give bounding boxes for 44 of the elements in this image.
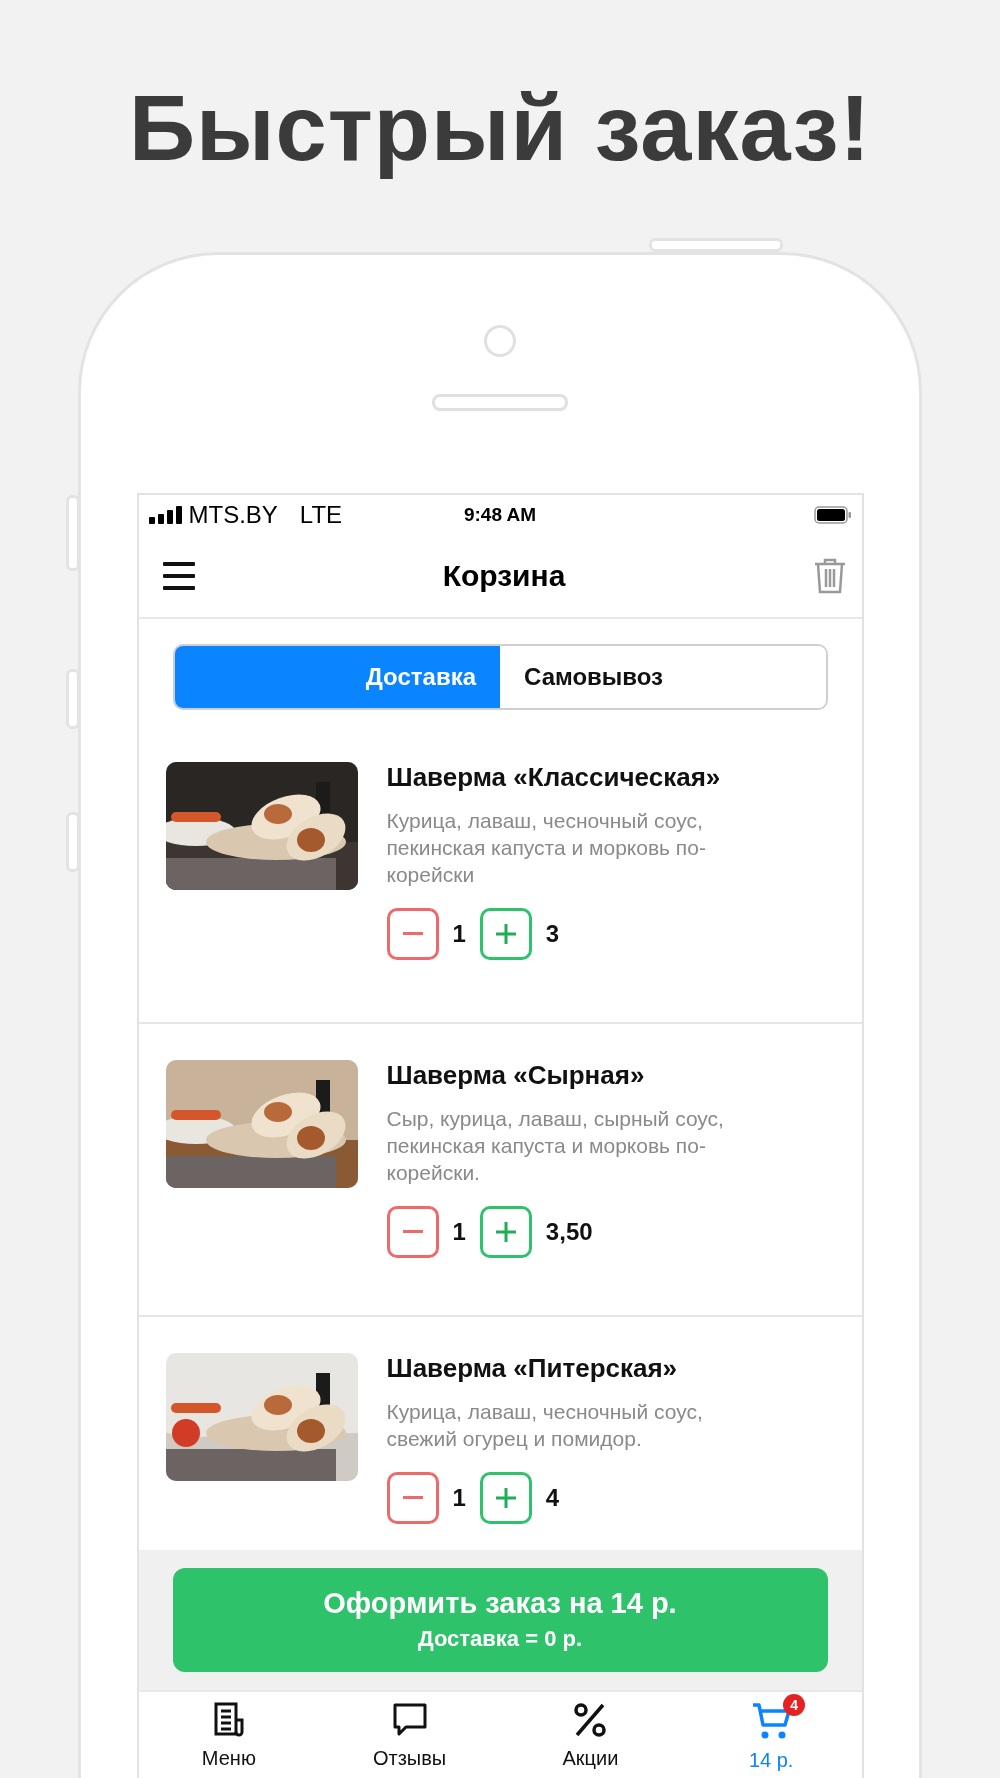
minus-icon — [402, 932, 423, 936]
decrease-button[interactable] — [386, 907, 439, 960]
tab-label: Меню — [201, 1746, 256, 1770]
product-description: Курица, лаваш, чесночный соус, свежий огурец и помидор. — [386, 1398, 704, 1452]
page-headline: Быстрый заказ! — [128, 76, 872, 181]
quantity-value: 1 — [452, 1217, 466, 1246]
signal-icon — [148, 505, 183, 524]
increase-button[interactable] — [479, 907, 532, 960]
network-type: LTE — [299, 500, 343, 529]
minus-icon — [402, 1496, 423, 1500]
product-price: 3 — [545, 919, 560, 948]
plus-icon — [495, 1221, 516, 1242]
tab-label: 14 р. — [748, 1748, 794, 1772]
document-icon — [212, 1701, 245, 1738]
screen-title: Корзина — [442, 558, 566, 593]
decrease-button[interactable] — [386, 1205, 439, 1258]
product-name: Шаверма «Классическая» — [386, 761, 722, 793]
menu-icon[interactable] — [162, 560, 195, 591]
count-badge: 4 — [783, 1693, 806, 1716]
quantity-value: 1 — [452, 1483, 466, 1512]
plus-icon — [495, 923, 516, 944]
phone-camera — [484, 324, 516, 357]
segment-tab[interactable]: Доставка — [174, 645, 500, 708]
quantity-value: 1 — [452, 919, 466, 948]
increase-button[interactable] — [479, 1205, 532, 1258]
minus-icon — [402, 1230, 423, 1234]
percent-icon — [573, 1701, 608, 1738]
carrier-name: MTS.BY — [188, 500, 278, 529]
product-name: Шаверма «Сырная» — [386, 1059, 646, 1091]
product-price: 3,50 — [545, 1217, 593, 1246]
chat-bubble-icon — [391, 1701, 428, 1738]
tab-label: Акции — [562, 1746, 619, 1770]
tab-label: Отзывы — [373, 1746, 447, 1770]
product-description: Курица, лаваш, чесночный соус, пекинская капуста и морковь по-корейски — [386, 807, 707, 888]
status-time: 9:48 AM — [463, 503, 537, 526]
product-description: Сыр, курица, лаваш, сырный соус, пекинская капуста и морковь по-корейски. — [386, 1105, 725, 1186]
trash-icon[interactable] — [813, 556, 848, 595]
battery-icon — [813, 505, 852, 524]
increase-button[interactable] — [479, 1471, 532, 1524]
product-name: Шаверма «Питерская» — [386, 1352, 679, 1384]
decrease-button[interactable] — [386, 1471, 439, 1524]
cart-icon — [751, 1701, 792, 1740]
product-price: 4 — [545, 1483, 560, 1512]
plus-icon — [495, 1487, 516, 1508]
